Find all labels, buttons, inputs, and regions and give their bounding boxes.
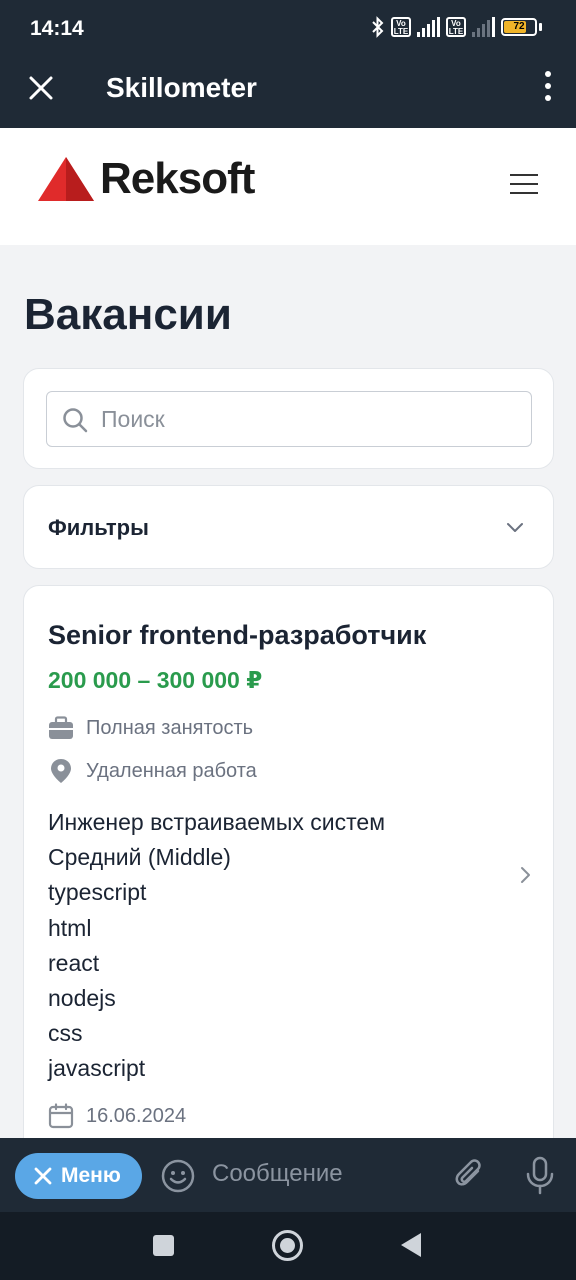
back-icon[interactable] — [401, 1233, 421, 1257]
vacancy-tag: Инженер встраиваемых систем — [48, 809, 386, 835]
chevron-down-icon[interactable] — [505, 518, 525, 538]
battery-icon: 72 — [501, 18, 537, 36]
search-card — [23, 368, 554, 469]
close-icon[interactable] — [24, 71, 58, 105]
site-header: Reksoft — [0, 128, 576, 245]
status-icons: Vo LTE Vo LTE 72 — [371, 16, 542, 38]
logo-triangle-icon — [38, 157, 94, 201]
search-input[interactable] — [101, 402, 521, 436]
reksoft-logo[interactable]: Reksoft — [36, 154, 255, 204]
volte-icon: Vo LTE — [391, 17, 411, 37]
status-bar: 14:14 Vo LTE Vo LTE 72 — [0, 0, 576, 58]
signal-icon — [417, 17, 440, 37]
page-title: Вакансии — [24, 290, 232, 339]
vacancy-tag: html — [48, 914, 92, 941]
search-icon — [63, 408, 88, 433]
microphone-icon[interactable] — [524, 1156, 556, 1196]
chevron-right-icon[interactable] — [519, 864, 533, 886]
briefcase-icon — [48, 715, 74, 741]
vacancy-tag: typescript — [48, 879, 147, 906]
hamburger-icon[interactable] — [510, 174, 538, 194]
filters-label: Фильтры — [48, 515, 149, 540]
vacancy-tag: react — [48, 949, 100, 976]
recents-icon[interactable] — [153, 1235, 174, 1256]
search-box[interactable] — [46, 391, 532, 447]
app-bar: Skillometer — [0, 58, 576, 128]
paperclip-icon[interactable] — [452, 1156, 488, 1194]
date-text: 16.06.2024 — [86, 1104, 187, 1127]
emoji-icon[interactable] — [160, 1158, 196, 1194]
vacancy-location: Удаленная работа — [48, 758, 257, 784]
more-vert-icon[interactable] — [542, 71, 554, 101]
status-time: 14:14 — [30, 17, 84, 40]
filters-card[interactable]: Фильтры — [23, 485, 554, 569]
employment-text: Полная занятость — [86, 716, 254, 739]
home-icon[interactable] — [272, 1230, 303, 1261]
calendar-icon — [48, 1103, 74, 1129]
bluetooth-icon — [372, 16, 384, 38]
vacancy-card[interactable]: Senior frontend-разработчик 200 000 – 30… — [23, 585, 554, 1165]
vacancy-tag: javascript — [48, 1055, 146, 1082]
battery-level: 72 — [513, 21, 525, 32]
menu-button-label: Меню — [61, 1164, 121, 1187]
volte-icon: Vo LTE — [446, 17, 466, 37]
menu-button[interactable]: Меню — [15, 1153, 142, 1199]
vacancy-title[interactable]: Senior frontend-разработчик — [48, 620, 426, 651]
location-pin-icon — [48, 758, 74, 784]
vacancy-tag: css — [48, 1020, 83, 1047]
vacancy-employment: Полная занятость — [48, 715, 253, 741]
close-icon — [34, 1167, 52, 1185]
location-text: Удаленная работа — [86, 759, 257, 782]
chat-input-bar: Меню Сообщение — [0, 1138, 576, 1212]
vacancy-date: 16.06.2024 — [48, 1103, 186, 1129]
app-title: Skillometer — [106, 72, 257, 103]
vacancy-salary: 200 000 – 300 000 ₽ — [48, 667, 263, 693]
battery-cap — [539, 23, 542, 31]
signal-icon — [472, 17, 495, 37]
vacancy-tag: Средний (Middle) — [48, 844, 231, 871]
system-nav-bar — [0, 1212, 576, 1280]
logo-text: Reksoft — [100, 154, 255, 203]
vacancy-tag: nodejs — [48, 985, 116, 1012]
vacancy-tags: Инженер встраиваемых систем Средний (Mid… — [48, 805, 385, 1087]
message-input[interactable]: Сообщение — [212, 1160, 343, 1188]
